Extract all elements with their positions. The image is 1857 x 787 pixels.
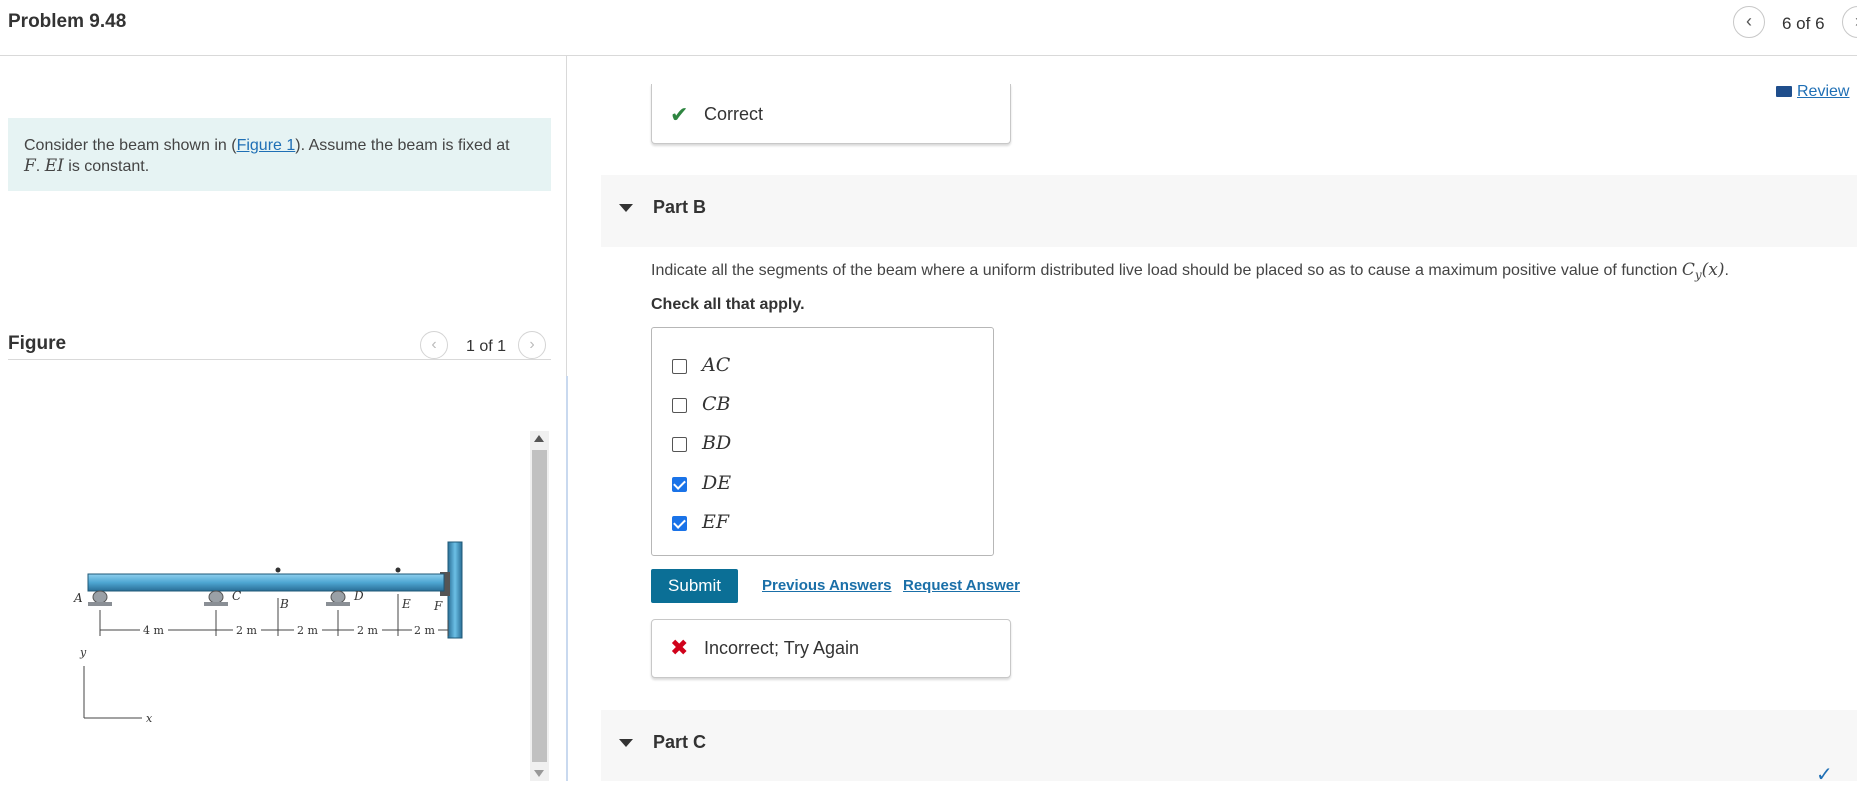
fixed-wall <box>447 541 463 639</box>
math-F: F <box>24 156 36 176</box>
label-A: A <box>73 591 83 605</box>
label-D: D <box>353 589 364 603</box>
question-end: . <box>1724 262 1729 279</box>
support-C <box>204 590 228 606</box>
intro-text: Consider the beam shown in ( <box>24 137 237 154</box>
request-answer-link[interactable]: Request Answer <box>903 577 1020 594</box>
caret-down-icon <box>619 739 633 747</box>
option-label: EF <box>702 511 730 533</box>
correct-text: Correct <box>704 104 764 124</box>
math-EI: EI <box>44 156 64 176</box>
review-link[interactable]: Review <box>1776 83 1849 101</box>
intro-suffix: is constant. <box>63 158 150 175</box>
next-problem-button[interactable]: › <box>1842 6 1857 38</box>
label-F: F <box>433 599 443 613</box>
checkbox-CB[interactable] <box>672 398 687 413</box>
problem-title: Problem 9.48 <box>8 11 127 32</box>
caret-down-icon <box>619 204 633 212</box>
top-bar: Problem 9.48 ‹ 6 of 6 › <box>0 0 1857 56</box>
beam <box>87 573 445 592</box>
figure-link[interactable]: Figure 1 <box>237 137 296 154</box>
figure-counter: 1 of 1 <box>466 338 507 355</box>
chevron-left-icon: ‹ <box>431 336 437 353</box>
dim-EF: 2 m <box>414 624 435 637</box>
figure-prev-button[interactable]: ‹ <box>420 331 448 359</box>
check-all-instruction: Check all that apply. <box>651 296 805 313</box>
point-E-marker <box>395 567 401 573</box>
scroll-thumb[interactable] <box>532 450 547 762</box>
axis-x-label: x <box>146 712 153 725</box>
question-text: Indicate all the segments of the beam wh… <box>651 260 1729 282</box>
checkbox-EF[interactable] <box>672 516 687 531</box>
axis-y-label: y <box>79 646 87 659</box>
part-c-header[interactable]: Part C <box>601 710 1857 781</box>
label-B: B <box>279 597 289 611</box>
incorrect-feedback: ✖ Incorrect; Try Again <box>651 619 1011 678</box>
chevron-left-icon: ‹ <box>1746 11 1752 31</box>
correct-feedback: ✔ Correct <box>651 84 1011 144</box>
checkmark-icon: ✓ <box>1816 764 1833 786</box>
problem-counter: 6 of 6 <box>1782 14 1825 33</box>
math-sub-y: y <box>1694 268 1702 283</box>
part-b-label: Part B <box>653 197 707 217</box>
panel-divider <box>566 376 568 781</box>
checkmark-icon: ✔ <box>670 102 689 127</box>
math-C: C <box>1681 260 1695 280</box>
point-B-marker <box>275 567 281 573</box>
option-label: CB <box>702 393 731 415</box>
options-list: AC CB BD DE EF <box>651 327 994 556</box>
math-arg: (x) <box>1701 260 1725 280</box>
checkbox-BD[interactable] <box>672 437 687 452</box>
figure-next-button[interactable]: › <box>518 331 546 359</box>
support-A <box>88 590 112 606</box>
previous-problem-button[interactable]: ‹ <box>1733 6 1765 38</box>
scroll-up-arrow-icon[interactable] <box>534 435 544 442</box>
label-C: C <box>232 589 241 603</box>
dim-CB: 2 m <box>236 624 257 637</box>
figure-scrollbar[interactable] <box>530 431 549 781</box>
scroll-down-arrow-icon[interactable] <box>534 770 544 777</box>
review-label: Review <box>1797 83 1850 100</box>
dim-AC: 4 m <box>143 624 164 637</box>
option-label: DE <box>702 472 732 494</box>
dim-BD: 2 m <box>297 624 318 637</box>
support-D <box>326 590 350 606</box>
beam-figure: A C B D E F 4 m 2 m 2 m 2 m 2 m y x <box>8 430 528 781</box>
option-label: BD <box>702 432 732 454</box>
checkbox-AC[interactable] <box>672 359 687 374</box>
intro-text-mid: ). Assume the beam is fixed at <box>295 137 510 154</box>
previous-answers-link[interactable]: Previous Answers <box>762 577 892 594</box>
chevron-right-icon: › <box>529 336 535 353</box>
dim-DE: 2 m <box>357 624 378 637</box>
figure-header: Figure ‹ 1 of 1 › <box>8 325 551 360</box>
incorrect-text: Incorrect; Try Again <box>704 638 860 658</box>
x-icon: ✖ <box>670 635 689 660</box>
figure-title: Figure <box>8 333 67 354</box>
label-E: E <box>401 597 411 611</box>
book-icon <box>1776 86 1792 97</box>
intro-period: . <box>35 158 45 175</box>
beam-diagram: A C B D E F 4 m 2 m 2 m 2 m 2 m y x <box>73 541 463 725</box>
option-label: AC <box>702 354 731 376</box>
problem-statement: Consider the beam shown in (Figure 1). A… <box>8 118 551 191</box>
part-c-label: Part C <box>653 732 707 752</box>
question-body: Indicate all the segments of the beam wh… <box>651 262 1678 279</box>
checkbox-DE[interactable] <box>672 477 687 492</box>
submit-button[interactable]: Submit <box>651 569 738 603</box>
part-b-header[interactable]: Part B <box>601 175 1857 247</box>
